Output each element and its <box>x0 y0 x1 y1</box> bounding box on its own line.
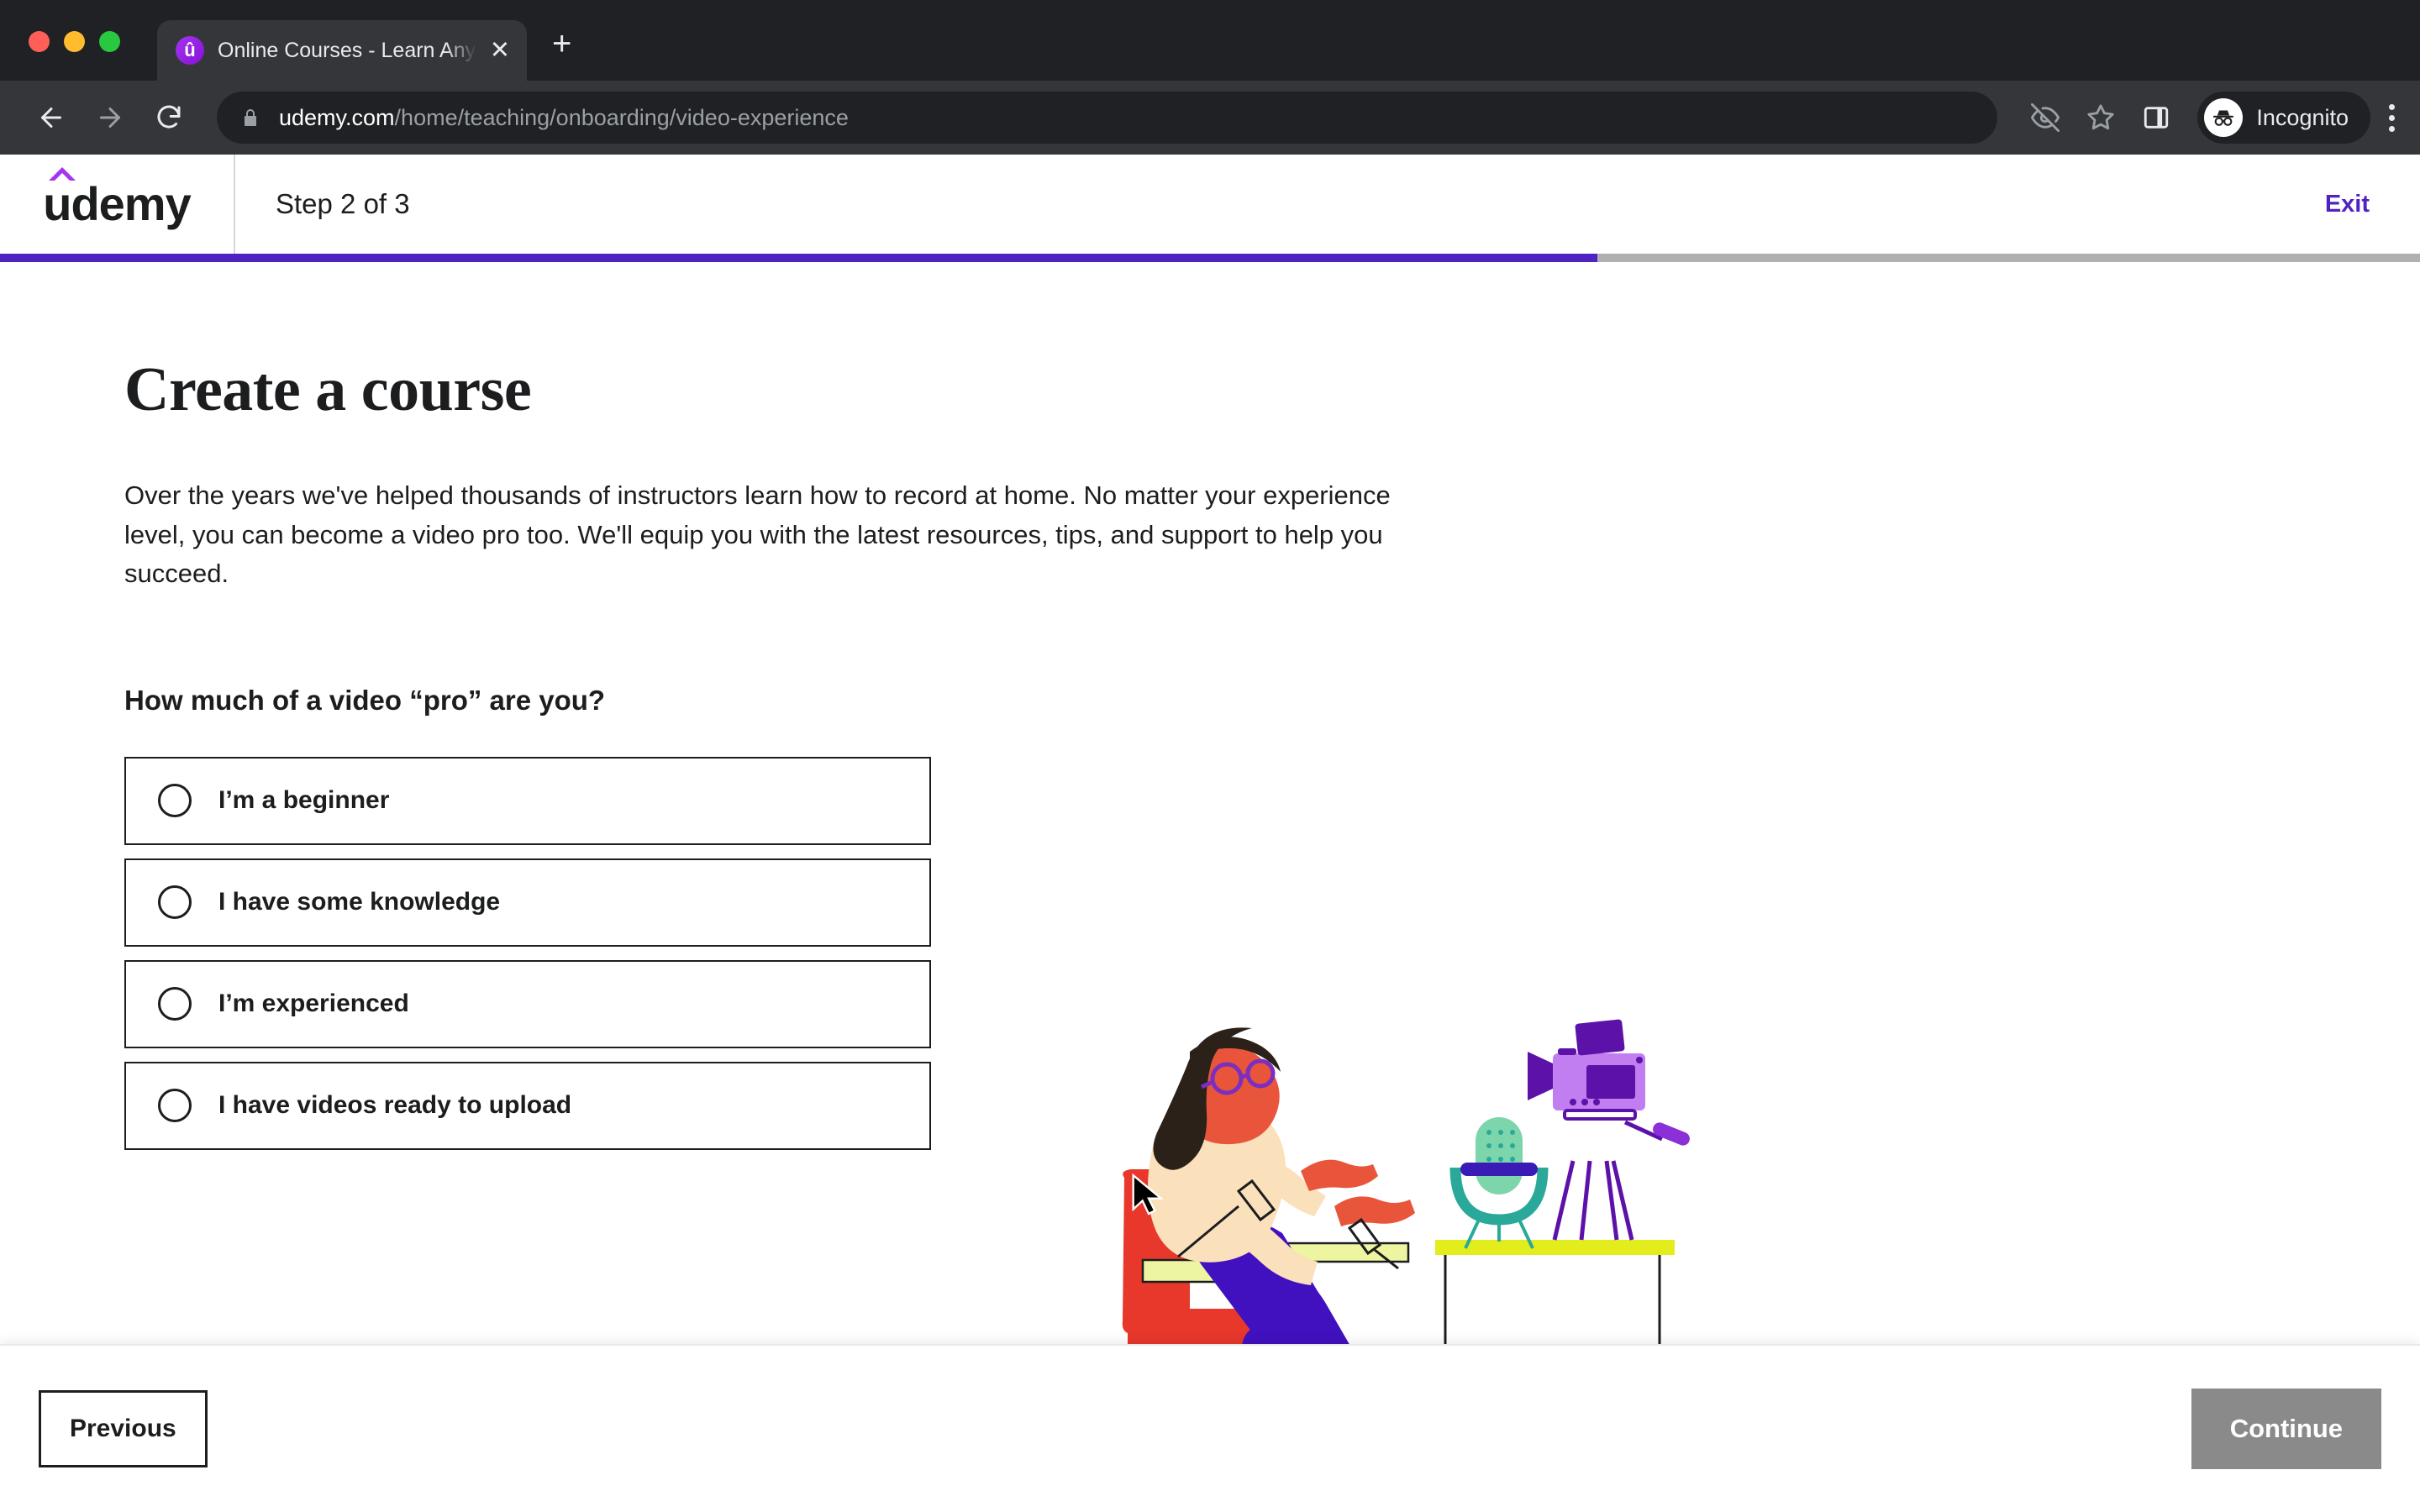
option-beginner[interactable]: I’m a beginner <box>124 756 931 845</box>
browser-window: û Online Courses - Learn Anything, On Yo… <box>0 0 2420 1512</box>
close-tab-icon[interactable]: ✕ <box>490 38 510 63</box>
url-path: /home/teaching/onboarding/video-experien… <box>394 104 849 130</box>
back-arrow-icon[interactable] <box>25 92 77 144</box>
option-videos-ready[interactable]: I have videos ready to upload <box>124 1061 931 1150</box>
progress-bar-track <box>0 254 2420 262</box>
experience-options-group: I’m a beginner I have some knowledge I’m… <box>124 756 931 1150</box>
browser-toolbar: udemy.com/home/teaching/onboarding/video… <box>0 81 2420 155</box>
reload-icon[interactable] <box>143 92 195 144</box>
incognito-label: Incognito <box>2256 104 2349 130</box>
tab-title: Online Courses - Learn Anything, On Your… <box>218 38 476 62</box>
radio-icon[interactable] <box>158 987 192 1021</box>
option-some-knowledge[interactable]: I have some knowledge <box>124 858 931 947</box>
window-controls <box>29 31 120 81</box>
radio-icon[interactable] <box>158 784 192 817</box>
page-content: udemy Step 2 of 3 Exit Create a course O… <box>0 155 2420 1512</box>
page-description: Over the years we've helped thousands of… <box>124 480 1391 588</box>
radio-icon[interactable] <box>158 885 192 919</box>
continue-button[interactable]: Continue <box>2191 1389 2381 1469</box>
star-icon[interactable] <box>2075 92 2127 144</box>
new-tab-button[interactable]: + <box>552 27 571 81</box>
previous-button[interactable]: Previous <box>39 1390 208 1467</box>
exit-link[interactable]: Exit <box>2325 191 2370 218</box>
udemy-chevron-icon <box>49 167 76 181</box>
browser-tab[interactable]: û Online Courses - Learn Anything, On Yo… <box>157 20 527 81</box>
radio-icon[interactable] <box>158 1089 192 1122</box>
forward-arrow-icon[interactable] <box>84 92 136 144</box>
browser-tabstrip: û Online Courses - Learn Anything, On Yo… <box>0 0 2420 81</box>
incognito-icon <box>2204 98 2244 137</box>
woman-recording-video-illustration <box>1122 1019 1690 1344</box>
udemy-logo-text: udemy <box>43 177 191 230</box>
udemy-logo[interactable]: udemy <box>0 155 235 254</box>
progress-bar-fill <box>0 254 1597 262</box>
udemy-favicon-icon: û <box>176 36 204 65</box>
address-bar[interactable]: udemy.com/home/teaching/onboarding/video… <box>217 92 1998 144</box>
option-experienced[interactable]: I’m experienced <box>124 959 931 1048</box>
wizard-footer: Previous Continue <box>0 1344 2420 1512</box>
close-window-button[interactable] <box>29 31 50 52</box>
eye-off-icon[interactable] <box>2019 92 2071 144</box>
maximize-window-button[interactable] <box>99 31 120 52</box>
option-label: I have some knowledge <box>218 888 501 916</box>
side-panel-icon[interactable] <box>2130 92 2182 144</box>
toolbar-icons: Incognito <box>2019 92 2395 144</box>
page-title: Create a course <box>124 355 532 424</box>
step-indicator: Step 2 of 3 <box>276 188 410 219</box>
incognito-profile-pill[interactable]: Incognito <box>2197 92 2370 144</box>
kebab-menu-icon[interactable] <box>2389 103 2395 132</box>
main-content: Create a course Over the years we've hel… <box>0 262 2420 1344</box>
question-label: How much of a video “pro” are you? <box>124 684 606 716</box>
lock-icon <box>245 109 256 126</box>
option-label: I have videos ready to upload <box>218 1091 572 1119</box>
url-host: udemy.com <box>279 104 395 130</box>
option-label: I’m a beginner <box>218 786 390 814</box>
app-header: udemy Step 2 of 3 Exit <box>0 155 2420 254</box>
option-label: I’m experienced <box>218 990 409 1017</box>
minimize-window-button[interactable] <box>64 31 85 52</box>
url-text: udemy.com/home/teaching/onboarding/video… <box>279 105 849 131</box>
